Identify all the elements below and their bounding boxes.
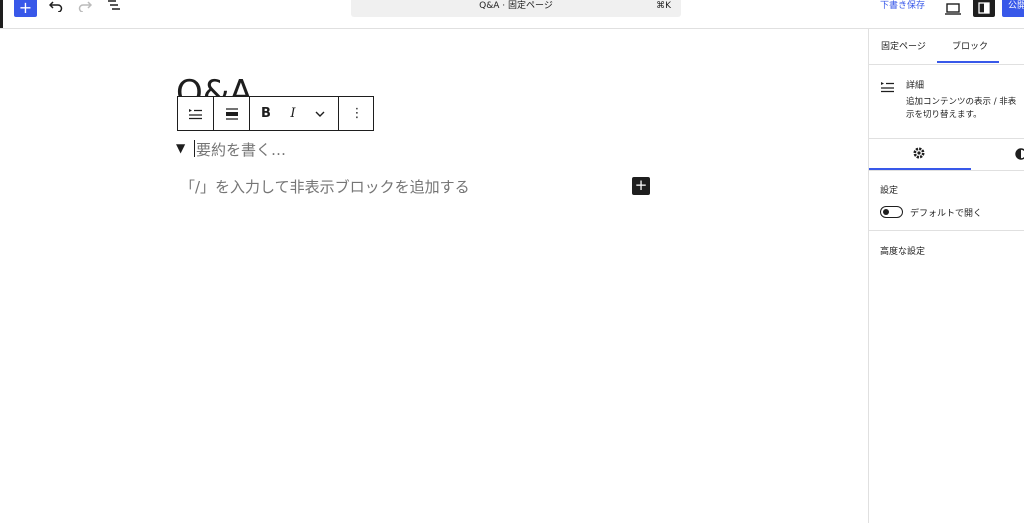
summary-input[interactable]: 要約を書く… (196, 139, 286, 160)
post-title[interactable]: Q&A (176, 70, 253, 98)
gear-icon[interactable] (912, 145, 926, 159)
divider (869, 64, 1024, 65)
toolbar-divider (250, 97, 339, 130)
settings-toggle-button[interactable] (973, 0, 995, 17)
more-options-button[interactable]: ⋮ (340, 97, 374, 130)
block-card-title: 詳細 (906, 81, 925, 91)
divider (869, 138, 1024, 139)
add-block-button[interactable]: + (14, 0, 37, 17)
document-overview-icon[interactable] (106, 0, 122, 16)
details-block-icon (881, 78, 895, 93)
block-card-description: 追加コンテンツの表示 / 非表示を切り替えます。 (906, 97, 1017, 120)
block-toolbar: B I ⋮ (177, 96, 374, 131)
preview-icon[interactable] (945, 0, 961, 15)
open-by-default-toggle[interactable] (880, 206, 903, 218)
divider (869, 170, 1024, 171)
publish-button[interactable]: 公開 (1002, 0, 1024, 17)
styles-icon[interactable] (1015, 145, 1024, 160)
inner-block-placeholder[interactable]: 「/」を入力して非表示ブロックを追加する (180, 176, 470, 197)
divider (869, 230, 1024, 231)
site-icon-edge[interactable] (0, 0, 3, 28)
undo-icon[interactable] (48, 0, 64, 16)
advanced-panel-heading[interactable]: 高度な設定 (880, 244, 925, 257)
sidebar-icon (978, 2, 990, 14)
toolbar-divider (178, 97, 214, 130)
redo-icon[interactable] (77, 0, 93, 16)
command-palette-bar[interactable]: Q&A · 固定ページ ⌘K (351, 0, 681, 17)
active-tab-indicator (937, 61, 999, 63)
block-inserter-button[interactable]: + (632, 177, 650, 195)
toolbar-divider (214, 97, 250, 130)
shortcut-hint: ⌘K (656, 1, 671, 11)
document-title: Q&A · 固定ページ (479, 1, 553, 11)
text-cursor (194, 140, 195, 157)
save-draft-button[interactable]: 下書き保存 (880, 0, 925, 13)
tab-page[interactable]: 固定ページ (881, 39, 926, 52)
toggle-knob (883, 209, 889, 215)
toggle-label: デフォルトで開く (910, 209, 983, 219)
settings-panel-heading[interactable]: 設定 (880, 183, 898, 196)
tab-block[interactable]: ブロック (952, 39, 988, 52)
disclosure-triangle-icon[interactable]: ▼ (176, 141, 185, 155)
